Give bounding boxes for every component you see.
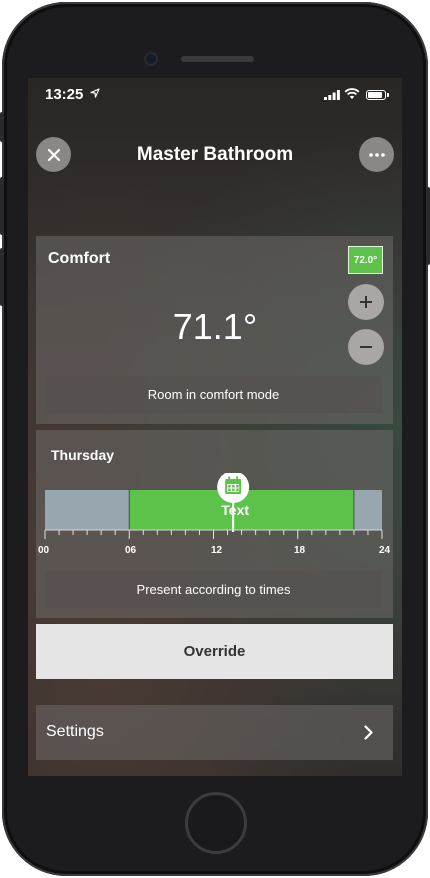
battery-icon	[366, 90, 389, 100]
volume-down-button	[0, 248, 4, 306]
home-button[interactable]	[185, 792, 247, 854]
timeline-tick-label: 12	[211, 545, 223, 556]
power-button	[426, 187, 430, 265]
mute-switch	[0, 112, 4, 142]
chevron-right-icon	[364, 725, 373, 740]
setpoint-badge: 72.0°	[348, 246, 383, 274]
timeline-segment-label: Text	[221, 502, 249, 518]
current-temperature: 71.1°	[172, 306, 258, 347]
calendar-icon	[225, 476, 242, 494]
override-button[interactable]: Override	[36, 624, 393, 679]
earpiece-speaker	[181, 56, 254, 62]
more-options-button[interactable]	[359, 137, 394, 172]
schedule-status-message: Present according to times	[45, 571, 382, 608]
settings-label: Settings	[46, 723, 104, 740]
settings-row[interactable]: Settings	[36, 705, 393, 760]
status-bar: 13:25	[28, 78, 402, 110]
app-screen: 13:25 Master Bathroom Comfort 72.0° 71.1…	[28, 78, 402, 776]
wifi-icon	[344, 88, 360, 99]
cellular-signal-icon	[324, 90, 340, 100]
timeline-segment-absent	[353, 490, 382, 530]
timeline-tick-label: 00	[38, 545, 50, 556]
page-title: Master Bathroom	[136, 144, 294, 165]
comfort-status-message: Room in comfort mode	[45, 376, 382, 413]
timeline-tick-label: 18	[294, 545, 306, 556]
volume-up-button	[0, 177, 4, 235]
schedule-day-label: Thursday	[51, 447, 115, 463]
status-time: 13:25	[45, 86, 84, 103]
timeline-tick-label: 06	[125, 545, 137, 556]
front-camera	[146, 54, 156, 64]
comfort-mode-label: Comfort	[48, 250, 111, 267]
more-dots-icon	[368, 152, 385, 157]
location-arrow-icon	[90, 88, 100, 98]
timeline-segment-absent	[45, 490, 130, 530]
timeline-tick-label: 24	[379, 545, 391, 556]
